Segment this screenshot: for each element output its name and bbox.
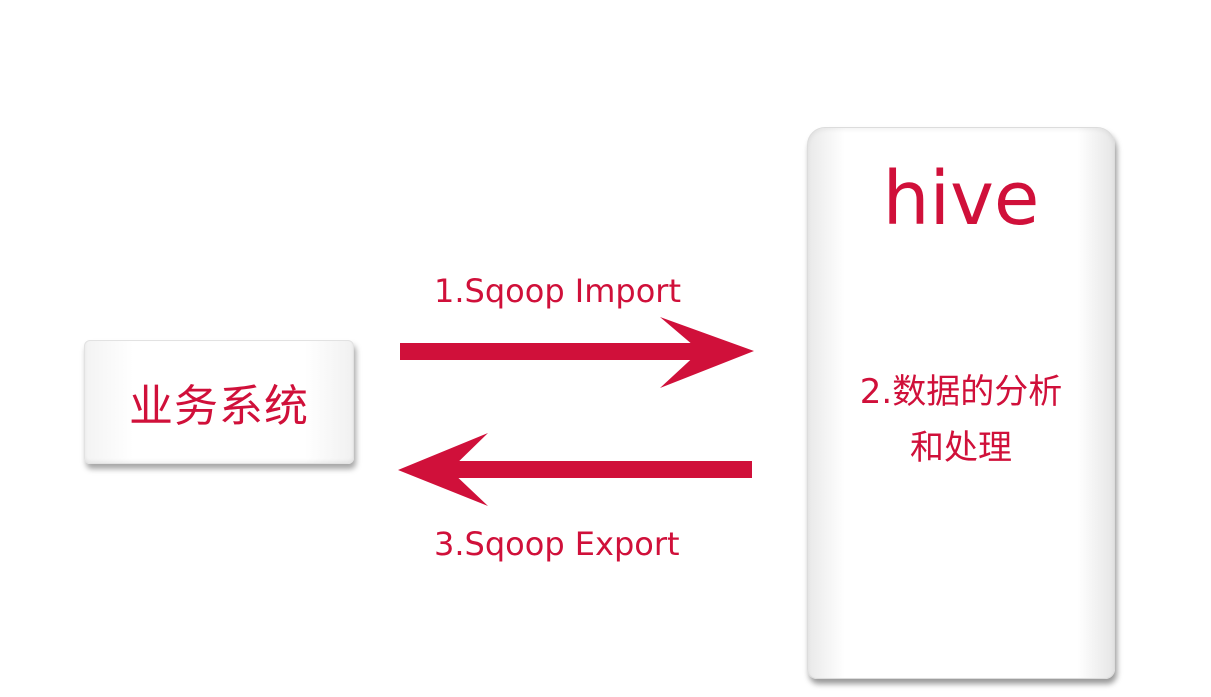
hive-description-line1: 2.数据的分析 bbox=[859, 372, 1063, 412]
export-arrow bbox=[398, 433, 752, 506]
hive-box: hive 2.数据的分析 和处理 bbox=[807, 127, 1115, 679]
import-arrow bbox=[400, 317, 754, 388]
hive-description: 2.数据的分析 和处理 bbox=[808, 364, 1114, 476]
hive-title: hive bbox=[882, 156, 1040, 242]
hive-description-line2: 和处理 bbox=[910, 428, 1012, 468]
sqoop-import-label: 1.Sqoop Import bbox=[434, 272, 681, 310]
business-system-label: 业务系统 bbox=[129, 381, 309, 432]
sqoop-export-label: 3.Sqoop Export bbox=[434, 525, 680, 563]
business-system-box: 业务系统 bbox=[84, 340, 354, 464]
